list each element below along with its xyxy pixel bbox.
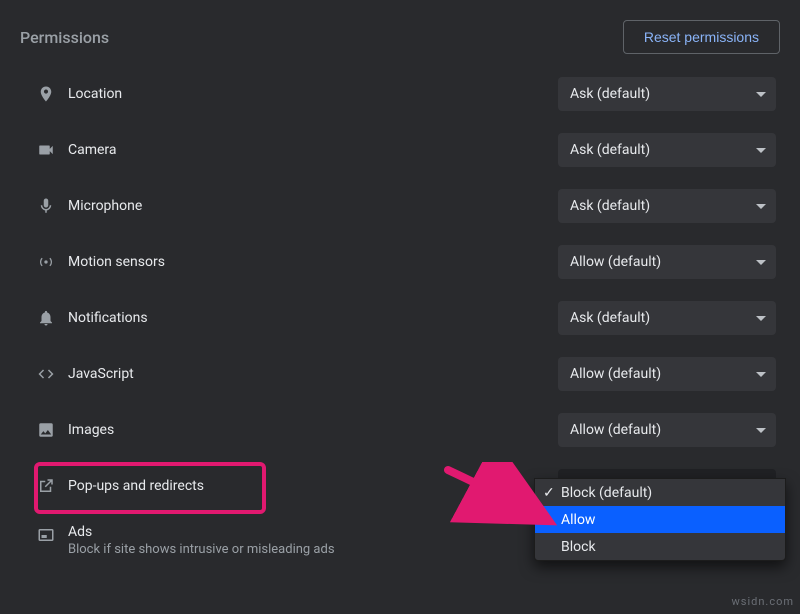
bell-icon [24,309,68,327]
row-javascript: JavaScript Allow (default) [20,346,780,402]
row-label: Images [68,422,558,438]
menu-item-label: Allow [561,512,595,528]
dropdown-value: Ask (default) [570,86,650,102]
menu-item-allow[interactable]: Allow [535,506,785,533]
camera-dropdown[interactable]: Ask (default) [558,133,776,167]
row-label: JavaScript [68,366,558,382]
row-camera: Camera Ask (default) [20,122,780,178]
row-label: Pop-ups and redirects [68,478,558,494]
row-label: Microphone [68,198,558,214]
chevron-down-icon [756,372,766,377]
chevron-down-icon [756,92,766,97]
chevron-down-icon [756,148,766,153]
dropdown-value: Ask (default) [570,310,650,326]
dropdown-value: Allow (default) [570,254,661,270]
menu-item-block-default[interactable]: ✓ Block (default) [535,479,785,506]
row-images: Images Allow (default) [20,402,780,458]
microphone-icon [24,197,68,215]
row-label: Location [68,86,558,102]
chevron-down-icon [756,204,766,209]
permissions-header: Permissions Reset permissions [0,0,800,66]
microphone-dropdown[interactable]: Ask (default) [558,189,776,223]
row-motion-sensors: Motion sensors Allow (default) [20,234,780,290]
chevron-down-icon [756,316,766,321]
popups-dropdown-menu: ✓ Block (default) Allow Block [534,478,786,561]
open-in-new-icon [24,477,68,495]
watermark: wsidn.com [732,595,794,608]
chevron-down-icon [756,260,766,265]
menu-item-block[interactable]: Block [535,533,785,560]
row-microphone: Microphone Ask (default) [20,178,780,234]
location-pin-icon [24,85,68,103]
permissions-title: Permissions [20,28,109,47]
dropdown-value: Allow (default) [570,422,661,438]
menu-item-label: Block (default) [561,485,652,501]
dropdown-value: Ask (default) [570,198,650,214]
image-icon [24,421,68,439]
chevron-down-icon [756,428,766,433]
motion-sensors-dropdown[interactable]: Allow (default) [558,245,776,279]
row-label: Camera [68,142,558,158]
row-location: Location Ask (default) [20,66,780,122]
ads-label-text: Ads [68,524,92,540]
dropdown-value: Allow (default) [570,366,661,382]
row-label: Motion sensors [68,254,558,270]
camera-icon [24,141,68,159]
location-dropdown[interactable]: Ask (default) [558,77,776,111]
notifications-dropdown[interactable]: Ask (default) [558,301,776,335]
ads-window-icon [24,524,68,544]
motion-sensors-icon [24,253,68,271]
javascript-dropdown[interactable]: Allow (default) [558,357,776,391]
images-dropdown[interactable]: Allow (default) [558,413,776,447]
reset-permissions-button[interactable]: Reset permissions [623,20,780,54]
menu-item-label: Block [561,539,596,555]
check-icon: ✓ [543,485,561,501]
dropdown-value: Ask (default) [570,142,650,158]
code-brackets-icon [24,365,68,383]
row-label: Notifications [68,310,558,326]
row-notifications: Notifications Ask (default) [20,290,780,346]
